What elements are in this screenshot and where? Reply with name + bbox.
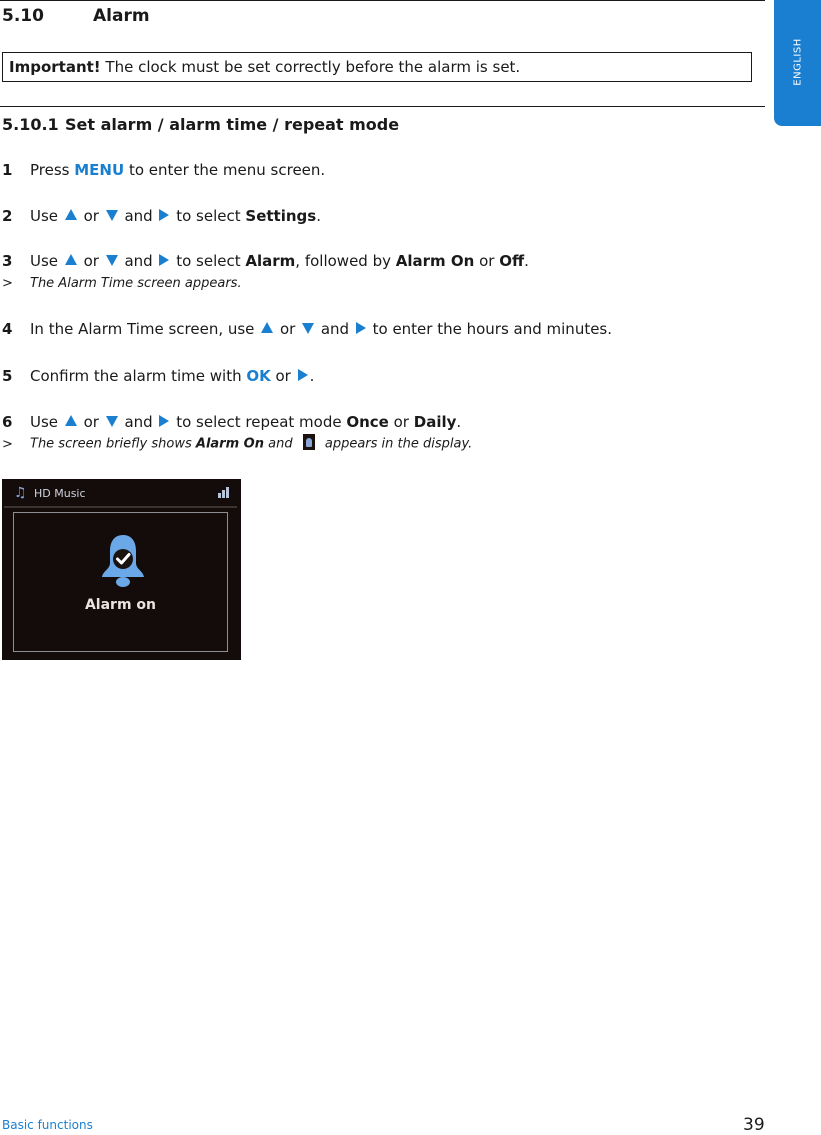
step-number: 2 [2,207,13,225]
alarm-option: Alarm [245,252,296,270]
step-text: and [119,413,158,431]
step-number: 6 [2,413,13,431]
device-screen-image: ♫ HD Music Alarm on [2,479,241,660]
signal-strength-icon [218,486,232,498]
section-title: Alarm [93,6,150,26]
step-6: 6 Use or and to select repeat mode Once o… [2,413,461,431]
result-text: appears in the display. [320,436,473,452]
result-marker: > [2,276,13,291]
step-text: or [78,252,104,270]
step-text: to select repeat mode [171,413,347,431]
screen-top-bar: ♫ HD Music [12,485,234,503]
up-arrow-icon [261,322,274,333]
step-number: 5 [2,367,13,385]
up-arrow-icon [64,254,77,265]
language-label: ENGLISH [792,38,803,86]
subsection-heading: 5.10.1 Set alarm / alarm time / repeat mo… [2,115,399,134]
step-text: and [119,207,158,225]
step-text: , followed by [295,252,396,270]
daily-option: Daily [413,413,457,431]
subsection-number: 5.10.1 [2,115,59,134]
step-text: to enter the menu screen. [124,161,326,179]
right-arrow-icon [159,414,170,427]
step-3: 3 Use or and to select Alarm, followed by… [2,252,529,270]
step-text: or [275,320,301,338]
important-note: Important! The clock must be set correct… [2,52,752,82]
step-text: to enter the hours and minutes. [367,320,613,338]
important-text: The clock must be set correctly before t… [100,58,521,76]
result-text: and [263,436,297,452]
settings-option: Settings [245,207,317,225]
alarm-bell-icon [302,434,315,450]
step-text: or [388,413,414,431]
step-text: or [270,367,296,385]
page-number: 39 [743,1115,765,1135]
step-number: 3 [2,252,13,270]
down-arrow-icon [105,255,118,266]
step-text: and [316,320,354,338]
top-rule [0,0,765,1]
right-arrow-icon [297,368,308,381]
alarm-bell-icon [102,535,144,587]
step-text: to select [171,207,246,225]
step-text: . [309,367,315,385]
right-arrow-icon [159,208,170,221]
step-text: or [78,413,104,431]
step-5: 5 Confirm the alarm time with OK or . [2,367,314,385]
result-text: The screen briefly shows [30,436,196,452]
footer-chapter: Basic functions [2,1118,93,1132]
result-marker: > [2,436,13,452]
down-arrow-icon [302,323,315,334]
screen-content-frame: Alarm on [13,512,228,652]
step-text: In the Alarm Time screen, use [30,320,260,338]
step-number: 4 [2,320,13,338]
important-label: Important! [9,58,101,76]
ok-key: OK [246,367,271,385]
alarm-on-label: Alarm On [195,436,264,452]
off-option: Off [499,252,525,270]
step-text: Press [30,161,75,179]
step-4: 4 In the Alarm Time screen, use or and to… [2,320,612,338]
screen-title: HD Music [34,487,86,500]
step-text: . [524,252,529,270]
music-note-icon: ♫ [14,485,27,501]
subsection-rule [0,106,765,107]
step-3-result: > The Alarm Time screen appears. [2,276,242,291]
once-option: Once [346,413,389,431]
up-arrow-icon [64,209,77,220]
step-number: 1 [2,161,13,179]
screen-separator [4,506,237,508]
step-2: 2 Use or and to select Settings. [2,207,321,225]
step-1: 1 Press MENU to enter the menu screen. [2,161,325,179]
step-text: Use [30,207,63,225]
section-number: 5.10 [2,6,44,26]
step-text: or [78,207,104,225]
right-arrow-icon [159,253,170,266]
alarm-on-option: Alarm On [395,252,475,270]
right-arrow-icon [355,321,366,334]
up-arrow-icon [64,415,77,426]
step-text: . [456,413,462,431]
step-text: to select [171,252,246,270]
subsection-title: Set alarm / alarm time / repeat mode [65,115,400,134]
step-text: . [316,207,321,225]
result-text: The Alarm Time screen appears. [30,276,242,291]
menu-key: MENU [74,161,125,179]
language-tab: ENGLISH [774,0,821,126]
step-6-result: > The screen briefly shows Alarm On and a… [2,434,473,452]
step-text: Use [30,252,63,270]
down-arrow-icon [105,416,118,427]
section-heading: 5.10 Alarm [2,6,150,26]
alarm-on-message: Alarm on [84,597,157,613]
step-text: Use [30,413,63,431]
step-text: or [474,252,500,270]
down-arrow-icon [105,210,118,221]
step-text: Confirm the alarm time with [30,367,247,385]
step-text: and [119,252,158,270]
